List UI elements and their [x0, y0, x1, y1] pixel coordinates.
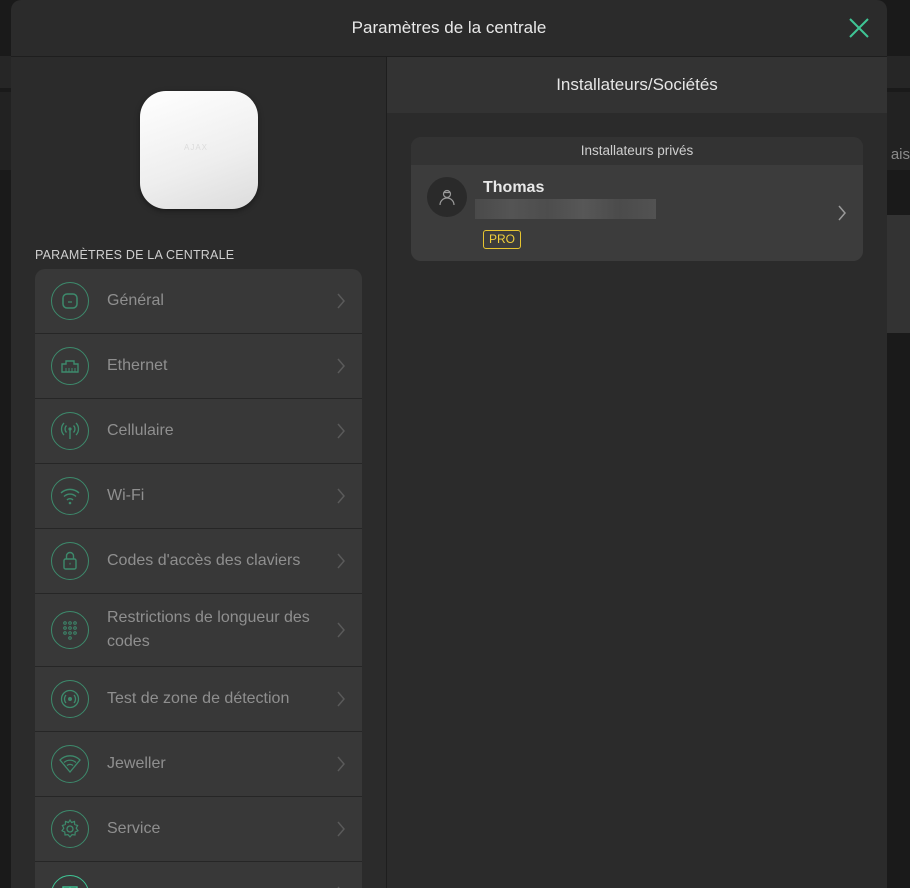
hub-general-icon	[51, 282, 89, 320]
settings-item-label: Général	[107, 292, 164, 309]
hub-logo: AJAX	[184, 143, 209, 152]
wifi-icon	[51, 477, 89, 515]
close-icon	[849, 18, 869, 38]
settings-item-general[interactable]: Général	[35, 269, 362, 334]
modal-title: Paramètres de la centrale	[351, 18, 547, 37]
chevron-right-icon	[838, 205, 846, 221]
settings-sidebar: AJAX PARAMÈTRES DE LA CENTRALE Général E…	[11, 57, 387, 888]
settings-item-ethernet[interactable]: Ethernet	[35, 334, 362, 399]
settings-list: Général Ethernet Cellulaire Wi-Fi * Code…	[35, 269, 362, 888]
private-installers-card: Installateurs privés Thomas PRO	[411, 137, 863, 261]
chevron-right-icon	[337, 553, 345, 569]
chevron-right-icon	[337, 821, 345, 837]
hub-device-image: AJAX	[140, 91, 258, 209]
chevron-right-icon	[337, 691, 345, 707]
installer-row[interactable]: Thomas PRO	[411, 165, 863, 261]
settings-item-label: Jeweller	[107, 755, 166, 772]
close-button[interactable]	[845, 14, 873, 42]
chevron-right-icon	[337, 488, 345, 504]
modal-header: Paramètres de la centrale	[11, 0, 887, 57]
settings-item-label: Wi-Fi	[107, 487, 145, 504]
settings-item-label: Service	[107, 820, 161, 837]
keypad-lock-icon: *	[51, 542, 89, 580]
installer-name: Thomas	[483, 179, 545, 196]
settings-item-label: Test de zone de détection	[107, 690, 290, 707]
settings-section-label: PARAMÈTRES DE LA CENTRALE	[35, 248, 235, 262]
service-gear-icon	[51, 810, 89, 848]
settings-item-label: Ethernet	[107, 357, 168, 374]
hub-settings-modal: Paramètres de la centrale AJAX PARAMÈTRE…	[11, 0, 887, 888]
private-installers-title: Installateurs privés	[411, 137, 863, 165]
installers-title: Installateurs/Sociétés	[556, 75, 718, 94]
installer-email-redacted	[475, 199, 656, 219]
settings-item-label: Restrictions de longueur des codes	[107, 609, 310, 650]
settings-item-label: Codes d'accès des claviers	[107, 552, 301, 569]
svg-text:*: *	[69, 563, 72, 569]
settings-item-jeweller[interactable]: Jeweller	[35, 732, 362, 797]
settings-item-partial[interactable]	[35, 862, 362, 888]
keypad-grid-icon	[51, 611, 89, 649]
chevron-right-icon	[337, 293, 345, 309]
cellular-antenna-icon	[51, 412, 89, 450]
ethernet-icon	[51, 347, 89, 385]
chevron-right-icon	[337, 358, 345, 374]
installers-header: Installateurs/Sociétés	[387, 57, 887, 113]
detection-zone-icon	[51, 680, 89, 718]
installer-avatar-icon	[427, 177, 467, 217]
chevron-right-icon	[337, 423, 345, 439]
pro-badge: PRO	[483, 230, 522, 249]
installers-panel: Installateurs/Sociétés Installateurs pri…	[387, 57, 887, 888]
settings-item-label: Cellulaire	[107, 422, 174, 439]
settings-item-keypad-codes[interactable]: * Codes d'accès des claviers	[35, 529, 362, 594]
settings-item-code-length[interactable]: Restrictions de longueur des codes	[35, 594, 362, 667]
background-peek-text: ais	[890, 146, 910, 163]
chevron-right-icon	[337, 756, 345, 772]
chevron-right-icon	[337, 622, 345, 638]
settings-item-wifi[interactable]: Wi-Fi	[35, 464, 362, 529]
settings-item-cellular[interactable]: Cellulaire	[35, 399, 362, 464]
settings-item-detection-zone[interactable]: Test de zone de détection	[35, 667, 362, 732]
installer-building-icon	[51, 875, 89, 888]
jeweller-signal-icon	[51, 745, 89, 783]
settings-item-service[interactable]: Service	[35, 797, 362, 862]
